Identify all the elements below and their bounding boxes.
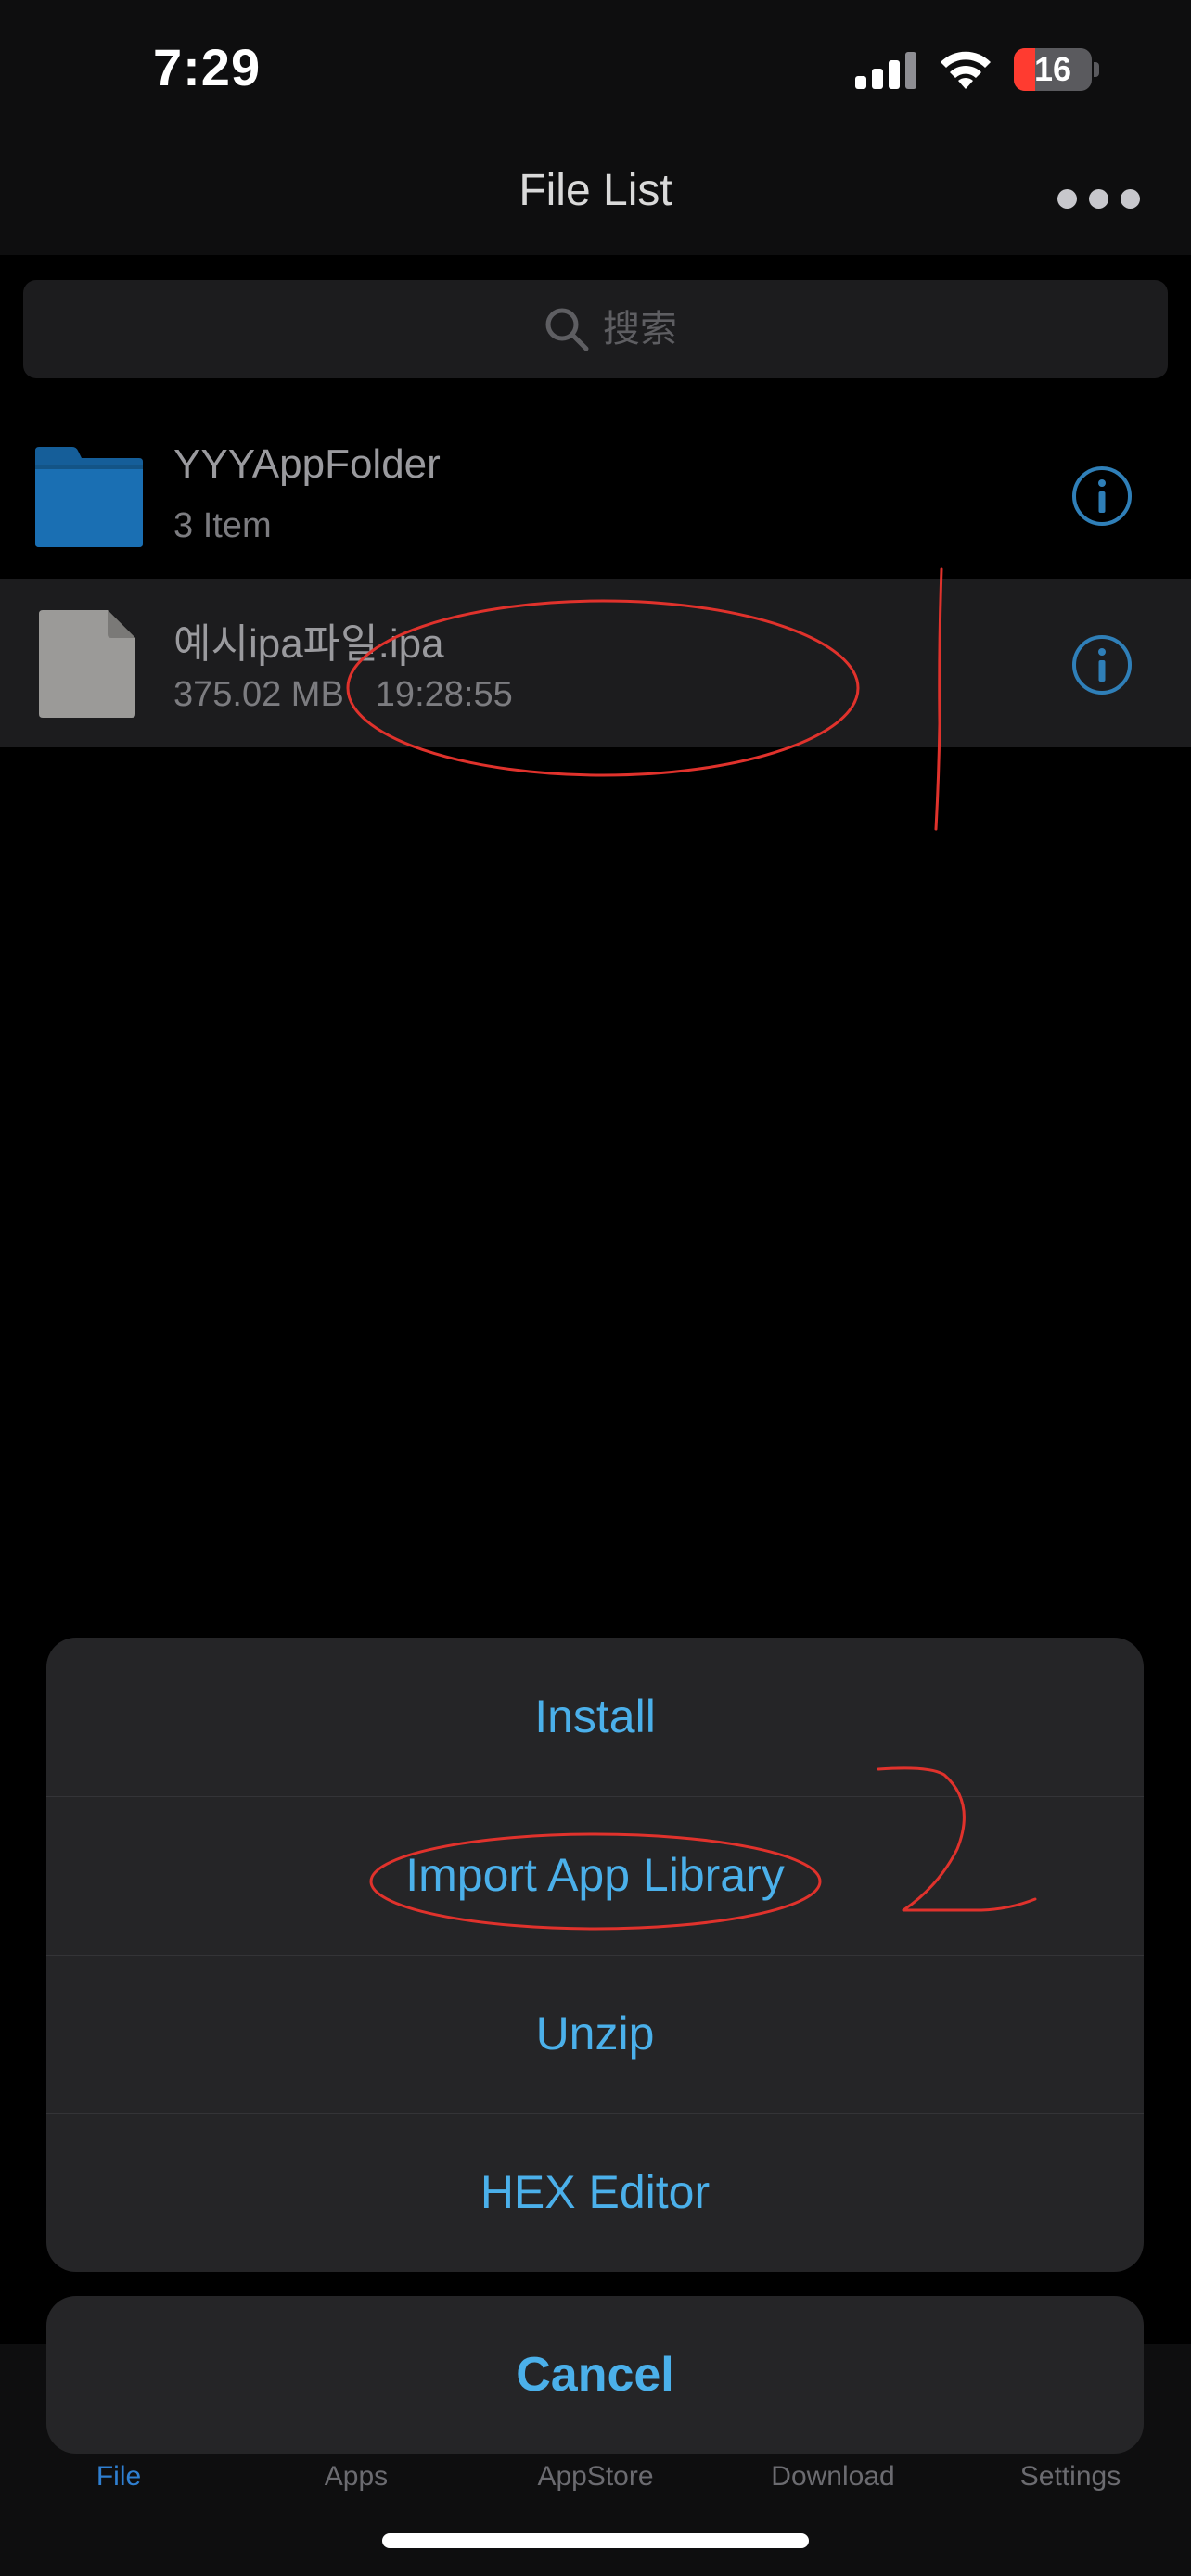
nav-bar: File List: [0, 139, 1191, 255]
action-sheet: Install Import App Library Unzip HEX Edi…: [46, 1638, 1144, 2272]
file-row-folder[interactable]: YYYAppFolder 3 Item: [0, 410, 1191, 579]
file-time: 19:28:55: [375, 675, 513, 714]
info-icon[interactable]: [1071, 465, 1133, 527]
file-meta: 3 Item: [173, 506, 272, 546]
tab-file[interactable]: File: [0, 2461, 237, 2493]
ellipsis-icon: [1089, 189, 1108, 209]
status-time: 7:29: [153, 38, 262, 96]
screen: 7:29 16 File List 搜索 YYYAppFolder 3 Item…: [0, 0, 1191, 2576]
import-app-library-button[interactable]: Import App Library: [46, 1796, 1144, 1955]
cancel-sheet: Cancel: [46, 2296, 1144, 2454]
cellular-signal-icon: [855, 52, 916, 89]
file-name: YYYAppFolder: [173, 441, 441, 487]
hex-editor-button[interactable]: HEX Editor: [46, 2113, 1144, 2272]
tab-download[interactable]: Download: [714, 2461, 952, 2493]
cancel-button[interactable]: Cancel: [46, 2296, 1144, 2454]
ellipsis-icon: [1057, 189, 1077, 209]
install-button[interactable]: Install: [46, 1638, 1144, 1796]
tab-apps[interactable]: Apps: [237, 2461, 475, 2493]
document-icon: [39, 610, 135, 718]
file-size: 375.02 MB: [173, 675, 344, 714]
more-options-button[interactable]: [1057, 174, 1141, 221]
file-row-ipa[interactable]: 예시ipa파일.ipa 375.02 MB 19:28:55: [0, 579, 1191, 747]
page-title: File List: [519, 166, 672, 215]
battery-level: 16: [1033, 50, 1072, 88]
tab-settings[interactable]: Settings: [952, 2461, 1189, 2493]
battery-icon: 16: [1014, 48, 1099, 91]
search-icon: [545, 308, 589, 351]
item-count: 3 Item: [173, 506, 272, 545]
status-bar: 7:29 16: [0, 0, 1191, 139]
info-icon[interactable]: [1071, 634, 1133, 695]
search-bar[interactable]: [23, 280, 1168, 378]
file-meta: 375.02 MB 19:28:55: [173, 675, 513, 715]
tab-appstore[interactable]: AppStore: [477, 2461, 714, 2493]
search-input[interactable]: [603, 280, 974, 378]
wifi-icon: [941, 51, 991, 89]
folder-icon: [35, 447, 143, 547]
battery-cap: [1094, 62, 1099, 77]
home-indicator[interactable]: [382, 2533, 809, 2548]
battery-body: 16: [1014, 48, 1092, 91]
ellipsis-icon: [1121, 189, 1140, 209]
file-name: 예시ipa파일.ipa: [173, 621, 444, 667]
unzip-button[interactable]: Unzip: [46, 1955, 1144, 2113]
